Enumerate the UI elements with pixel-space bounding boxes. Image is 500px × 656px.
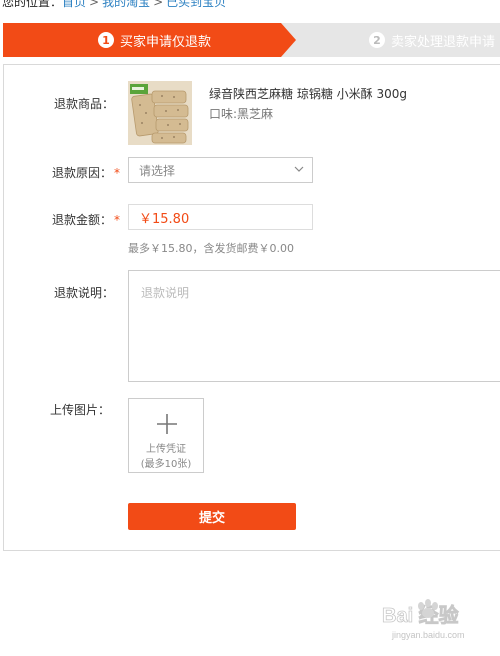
breadcrumb-mytaobao-link[interactable]: 我的淘宝 bbox=[102, 0, 150, 9]
description-label: 退款说明： bbox=[53, 286, 114, 300]
breadcrumb-separator: > bbox=[153, 0, 164, 9]
step-buyer-apply: 1 买家申请仅退款 bbox=[3, 23, 296, 57]
product-title[interactable]: 绿音陕西芝麻糖 琼锅糖 小米酥 300g bbox=[209, 85, 407, 102]
amount-label-text: 退款金额： bbox=[51, 213, 112, 227]
step-label: 买家申请仅退款 bbox=[120, 34, 212, 50]
required-mark: * bbox=[114, 213, 120, 227]
submit-button[interactable]: 提交 bbox=[128, 503, 296, 530]
refund-reason-select[interactable]: 请选择 bbox=[128, 157, 313, 183]
product-label: 退款商品： bbox=[53, 97, 114, 111]
step-number: 2 bbox=[369, 32, 385, 48]
reason-label-text: 退款原因： bbox=[51, 166, 112, 180]
reason-label: 退款原因： * bbox=[8, 164, 120, 181]
breadcrumb-home-link[interactable]: 首页 bbox=[62, 0, 86, 9]
upload-limit-text: (最多10张) bbox=[140, 459, 192, 470]
step-number: 1 bbox=[98, 32, 114, 48]
upload-proof-button[interactable]: 上传凭证 (最多10张) bbox=[128, 398, 204, 473]
progress-steps: 2 卖家处理退款申请 1 买家申请仅退款 bbox=[3, 23, 500, 57]
breadcrumb-prefix: 您的位置： bbox=[2, 0, 63, 9]
step-label: 卖家处理退款申请 bbox=[391, 34, 496, 50]
product-thumbnail[interactable] bbox=[128, 81, 192, 145]
plus-icon bbox=[157, 414, 177, 434]
amount-label: 退款金额： * bbox=[8, 211, 120, 228]
refund-description-placeholder: 退款说明 bbox=[141, 286, 190, 300]
chevron-down-icon bbox=[294, 166, 304, 172]
refund-description-textarea[interactable]: 退款说明 bbox=[128, 270, 500, 382]
breadcrumb-separator: > bbox=[89, 0, 100, 9]
refund-amount-input[interactable]: ￥15.80 bbox=[128, 204, 313, 230]
refund-reason-placeholder: 请选择 bbox=[139, 163, 176, 178]
watermark-subtext: jingyan.baidu.com bbox=[391, 630, 465, 640]
upload-proof-text: 上传凭证 bbox=[146, 444, 186, 455]
product-flavor: 口味:黑芝麻 bbox=[209, 107, 274, 121]
baidu-jingyan-watermark: Bai 经验 jingyan.baidu.com bbox=[382, 599, 465, 640]
breadcrumb: 您的位置：首页 > 我的淘宝 > 已买到宝贝 bbox=[2, 0, 226, 10]
refund-amount-value: ￥15.80 bbox=[139, 211, 190, 227]
upload-label: 上传图片： bbox=[49, 403, 110, 417]
required-mark: * bbox=[114, 166, 120, 180]
breadcrumb-current-link[interactable]: 已买到宝贝 bbox=[166, 0, 226, 9]
refund-amount-hint: 最多￥15.80，含发货邮费￥0.00 bbox=[128, 242, 294, 255]
